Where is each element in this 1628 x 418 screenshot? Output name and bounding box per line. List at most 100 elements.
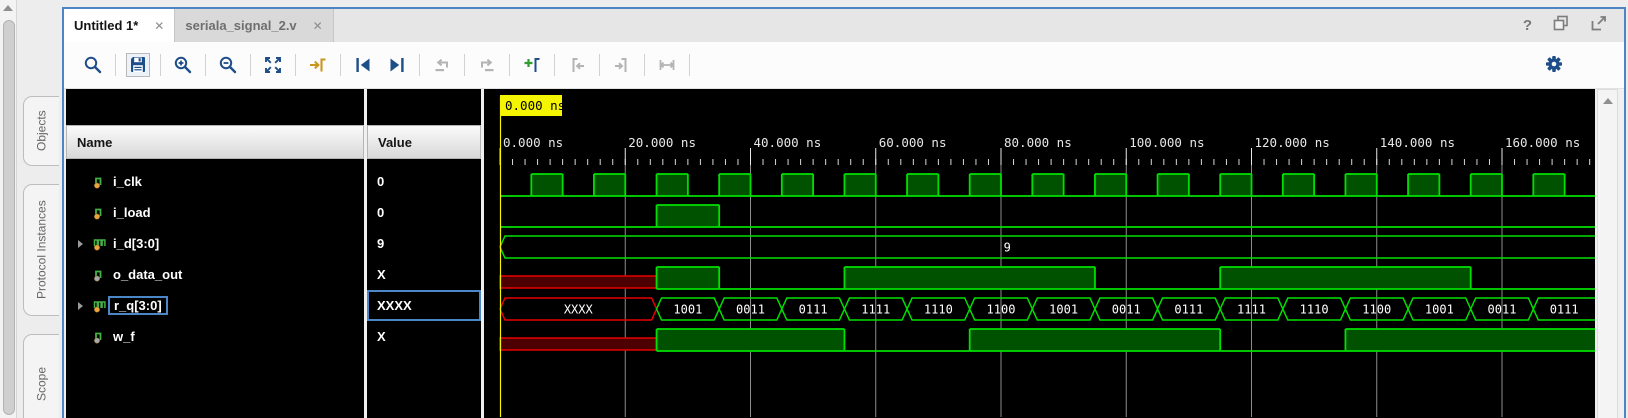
save-icon[interactable] bbox=[126, 53, 150, 77]
expand-arrow-icon[interactable] bbox=[78, 301, 92, 310]
add-marker-icon[interactable] bbox=[521, 54, 543, 76]
svg-text:1111: 1111 bbox=[1237, 303, 1266, 317]
settings-gear-icon[interactable] bbox=[1544, 54, 1566, 76]
svg-text:40.000 ns: 40.000 ns bbox=[754, 135, 822, 150]
svg-text:140.000 ns: 140.000 ns bbox=[1380, 135, 1455, 150]
signal-name: i_clk bbox=[113, 174, 142, 189]
svg-text:160.000 ns: 160.000 ns bbox=[1505, 135, 1580, 150]
next-marker-icon bbox=[611, 54, 633, 76]
signal-value-text: X bbox=[377, 329, 386, 344]
signal-value-i_load[interactable]: 0 bbox=[367, 197, 481, 228]
tab-label: seriala_signal_2.v bbox=[185, 18, 297, 33]
wave-toolbar bbox=[64, 42, 1624, 89]
swap-cursors-icon bbox=[656, 54, 678, 76]
value-column-header: Value bbox=[367, 125, 481, 159]
zoom-out-icon[interactable] bbox=[217, 54, 239, 76]
svg-text:0111: 0111 bbox=[1550, 303, 1579, 317]
toolbar-separator bbox=[644, 54, 645, 76]
document-tabbar: Untitled 1* ✕ seriala_signal_2.v ✕ ? bbox=[64, 9, 1624, 42]
svg-text:60.000 ns: 60.000 ns bbox=[879, 135, 947, 150]
toolbar-separator bbox=[250, 54, 251, 76]
float-window-icon[interactable] bbox=[1552, 14, 1570, 37]
simulation-window: Objects Protocol Instances Scope Untitle… bbox=[0, 0, 1628, 418]
svg-text:80.000 ns: 80.000 ns bbox=[1004, 135, 1072, 150]
signal-value-i_d30[interactable]: 9 bbox=[367, 228, 481, 259]
bus-port-icon bbox=[93, 238, 106, 251]
cursor-time-readout: 0.000 ns bbox=[505, 98, 565, 113]
signal-value-text: 0 bbox=[377, 174, 385, 189]
signal-value-text: XXXX bbox=[377, 298, 412, 313]
sidebar-tab-objects[interactable]: Objects bbox=[23, 96, 59, 166]
svg-text:1001: 1001 bbox=[1049, 303, 1078, 317]
wave-scroll-up-icon[interactable] bbox=[1603, 98, 1613, 104]
svg-text:0111: 0111 bbox=[1174, 303, 1203, 317]
outer-scrollbar-thumb[interactable] bbox=[3, 20, 15, 415]
svg-text:0111: 0111 bbox=[799, 303, 828, 317]
toolbar-separator bbox=[160, 54, 161, 76]
toolbar-separator bbox=[419, 54, 420, 76]
svg-text:0011: 0011 bbox=[736, 303, 765, 317]
tab-untitled-1[interactable]: Untitled 1* ✕ bbox=[64, 9, 175, 42]
search-icon[interactable] bbox=[82, 54, 104, 76]
maximize-window-icon[interactable] bbox=[1590, 14, 1608, 37]
svg-text:1110: 1110 bbox=[924, 303, 953, 317]
svg-text:1100: 1100 bbox=[1362, 303, 1391, 317]
go-to-time-icon[interactable] bbox=[307, 54, 329, 76]
signal-value-r_q30[interactable]: XXXX bbox=[367, 290, 481, 321]
sidebar-tab-protocol-instances[interactable]: Protocol Instances bbox=[23, 184, 59, 316]
waveform-area: Name i_clk i_load i_d[3:0] o_data_out r_q[3:… bbox=[64, 89, 1624, 418]
signal-name: o_data_out bbox=[113, 267, 183, 282]
expand-arrow-icon[interactable] bbox=[78, 239, 92, 248]
svg-text:120.000 ns: 120.000 ns bbox=[1255, 135, 1330, 150]
window-controls: ? bbox=[1523, 9, 1624, 42]
outer-vertical-scrollbar[interactable] bbox=[0, 0, 17, 418]
name-column-header: Name bbox=[66, 125, 364, 159]
svg-text:1100: 1100 bbox=[987, 303, 1016, 317]
name-column: Name i_clk i_load i_d[3:0] o_data_out r_q[3:… bbox=[66, 89, 364, 418]
signal-name: r_q[3:0] bbox=[108, 296, 168, 315]
signal-value-text: X bbox=[377, 267, 386, 282]
toolbar-separator bbox=[689, 54, 690, 76]
signal-row-o_data_out[interactable]: o_data_out bbox=[66, 259, 364, 290]
signal-name: i_load bbox=[113, 205, 151, 220]
close-icon[interactable]: ✕ bbox=[313, 19, 323, 33]
signal-value-i_clk[interactable]: 0 bbox=[367, 166, 481, 197]
left-tab-strip: Objects Protocol Instances Scope bbox=[17, 0, 62, 418]
toolbar-separator bbox=[554, 54, 555, 76]
tab-label: Untitled 1* bbox=[74, 18, 139, 33]
svg-text:100.000 ns: 100.000 ns bbox=[1129, 135, 1204, 150]
close-icon[interactable]: ✕ bbox=[154, 19, 164, 33]
svg-text:9: 9 bbox=[1004, 241, 1011, 255]
value-column-header-gap bbox=[367, 89, 481, 125]
svg-text:0.000 ns: 0.000 ns bbox=[503, 135, 563, 150]
scroll-up-icon[interactable] bbox=[3, 5, 13, 11]
toolbar-separator bbox=[599, 54, 600, 76]
svg-text:1110: 1110 bbox=[1300, 303, 1329, 317]
waveform-canvas[interactable]: 0.000 ns 20.000 ns 40.000 ns 60.000 ns 80.00… bbox=[484, 89, 1595, 418]
signal-row-i_load[interactable]: i_load bbox=[66, 197, 364, 228]
sidebar-tab-scope[interactable]: Scope bbox=[23, 334, 59, 418]
signal-row-w_f[interactable]: w_f bbox=[66, 321, 364, 352]
signal-value-w_f[interactable]: X bbox=[367, 321, 481, 352]
scalar-port-icon bbox=[94, 208, 102, 220]
previous-marker-icon bbox=[566, 54, 588, 76]
signal-row-i_d30[interactable]: i_d[3:0] bbox=[66, 228, 364, 259]
toolbar-separator bbox=[340, 54, 341, 76]
previous-transition-icon[interactable] bbox=[352, 54, 374, 76]
signal-value-o_data_out[interactable]: X bbox=[367, 259, 481, 290]
signal-row-r_q30[interactable]: r_q[3:0] bbox=[66, 290, 364, 321]
tab-seriala-signal-2[interactable]: seriala_signal_2.v ✕ bbox=[174, 9, 334, 42]
bus-port-icon bbox=[93, 300, 106, 313]
swap-next-icon bbox=[476, 54, 498, 76]
help-icon[interactable]: ? bbox=[1523, 17, 1532, 34]
next-transition-icon[interactable] bbox=[386, 54, 408, 76]
zoom-fit-icon[interactable] bbox=[262, 54, 284, 76]
swap-previous-icon bbox=[431, 54, 453, 76]
svg-text:1001: 1001 bbox=[673, 303, 702, 317]
zoom-in-icon[interactable] bbox=[172, 54, 194, 76]
svg-text:0011: 0011 bbox=[1488, 303, 1517, 317]
svg-text:1111: 1111 bbox=[861, 303, 890, 317]
wave-vertical-scrollbar[interactable] bbox=[1597, 89, 1618, 418]
signal-row-i_clk[interactable]: i_clk bbox=[66, 166, 364, 197]
name-column-header-gap bbox=[66, 89, 364, 125]
